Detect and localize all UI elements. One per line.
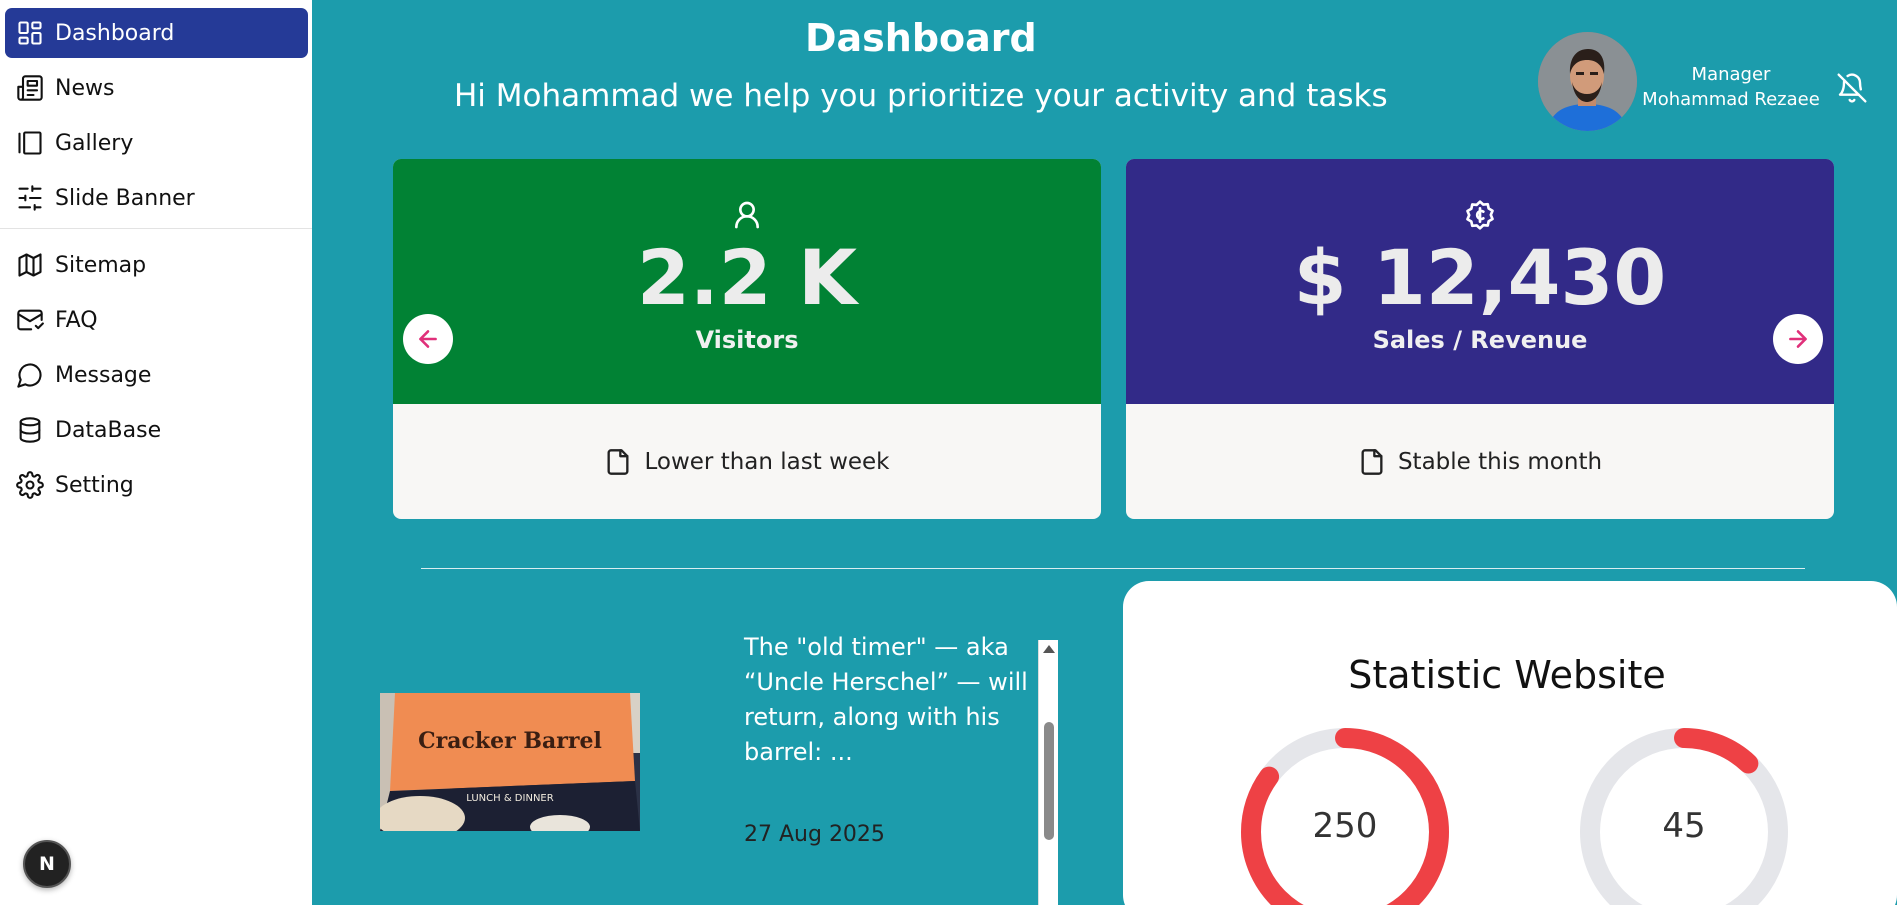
user-icon — [731, 199, 763, 231]
mail-icon — [15, 305, 45, 335]
sidebar-item-label: Setting — [55, 472, 134, 498]
message-icon — [15, 360, 45, 390]
coin-icon — [1464, 199, 1496, 231]
stat-ring-2: 45 — [1574, 722, 1794, 905]
sidebar-item-message[interactable]: Message — [5, 350, 308, 400]
arrow-left-icon — [419, 330, 437, 348]
sidebar-item-faq[interactable]: FAQ — [5, 295, 308, 345]
sidebar: Dashboard News Gallery Slide Banner Site… — [0, 0, 312, 905]
avatar[interactable] — [1538, 32, 1637, 131]
section-divider — [421, 568, 1805, 569]
sidebar-item-label: FAQ — [55, 307, 98, 333]
stat-ring-1-value: 250 — [1312, 806, 1378, 846]
sidebar-item-label: DataBase — [55, 417, 162, 443]
arrow-right-icon — [1789, 330, 1807, 348]
news-image-caption: LUNCH & DINNER — [466, 793, 553, 804]
revenue-card: $ 12,430 Sales / Revenue Stable this mon… — [1126, 159, 1834, 519]
sidebar-item-label: Slide Banner — [55, 185, 195, 211]
news-scrollbar[interactable] — [1038, 640, 1058, 905]
revenue-label: Sales / Revenue — [1372, 326, 1588, 354]
revenue-card-header: $ 12,430 Sales / Revenue — [1126, 159, 1834, 404]
news-excerpt[interactable]: The "old timer" — aka “Uncle Herschel” —… — [744, 630, 1029, 770]
news-image-logo: Cracker Barrel — [418, 728, 602, 754]
revenue-note: Stable this month — [1126, 404, 1834, 519]
scroll-up-arrow-icon[interactable] — [1043, 645, 1055, 653]
visitors-note-text: Lower than last week — [644, 448, 890, 475]
visitors-value: 2.2 K — [637, 233, 857, 322]
carousel-next-button[interactable] — [1773, 314, 1823, 364]
stat-ring-2-value: 45 — [1662, 806, 1706, 846]
gallery-icon — [15, 128, 45, 158]
sidebar-item-label: Message — [55, 362, 152, 388]
carousel-prev-button[interactable] — [403, 314, 453, 364]
map-icon — [15, 250, 45, 280]
framework-badge[interactable]: N — [23, 840, 71, 888]
sidebar-item-label: News — [55, 75, 115, 101]
news-date: 27 Aug 2025 — [744, 822, 885, 847]
stat-ring-1: 250 — [1235, 722, 1455, 905]
sidebar-item-setting[interactable]: Setting — [5, 460, 308, 510]
sidebar-item-label: Dashboard — [55, 20, 175, 46]
visitors-note: Lower than last week — [393, 404, 1101, 519]
revenue-note-text: Stable this month — [1397, 448, 1603, 475]
sidebar-divider — [0, 228, 312, 229]
sliders-icon — [15, 183, 45, 213]
visitors-card-header: 2.2 K Visitors — [393, 159, 1101, 404]
gear-icon — [15, 470, 45, 500]
sidebar-item-sitemap[interactable]: Sitemap — [5, 240, 308, 290]
database-icon — [15, 415, 45, 445]
page-title: Dashboard — [805, 16, 1037, 60]
sidebar-item-label: Gallery — [55, 130, 134, 156]
statistic-title: Statistic Website — [1348, 653, 1666, 697]
news-image[interactable]: Cracker Barrel LUNCH & DINNER — [380, 693, 640, 831]
scroll-thumb[interactable] — [1044, 722, 1054, 840]
statistic-panel: Statistic Website 250 45 — [1123, 581, 1897, 905]
user-role: Manager — [1691, 64, 1771, 85]
user-name: Mohammad Rezaee — [1642, 89, 1820, 110]
sidebar-item-slide-banner[interactable]: Slide Banner — [5, 173, 308, 223]
newspaper-icon — [15, 73, 45, 103]
visitors-card: 2.2 K Visitors Lower than last week — [393, 159, 1101, 519]
dashboard-icon — [15, 18, 45, 48]
file-icon — [1361, 448, 1383, 475]
page-subtitle: Hi Mohammad we help you prioritize your … — [454, 78, 1388, 114]
sidebar-item-dashboard[interactable]: Dashboard — [5, 8, 308, 58]
sidebar-item-gallery[interactable]: Gallery — [5, 118, 308, 168]
sidebar-item-news[interactable]: News — [5, 63, 308, 113]
visitors-label: Visitors — [695, 326, 799, 354]
revenue-value: $ 12,430 — [1293, 233, 1667, 322]
bell-off-icon[interactable] — [1836, 72, 1868, 104]
sidebar-item-database[interactable]: DataBase — [5, 405, 308, 455]
file-icon — [607, 448, 629, 475]
sidebar-item-label: Sitemap — [55, 252, 147, 278]
